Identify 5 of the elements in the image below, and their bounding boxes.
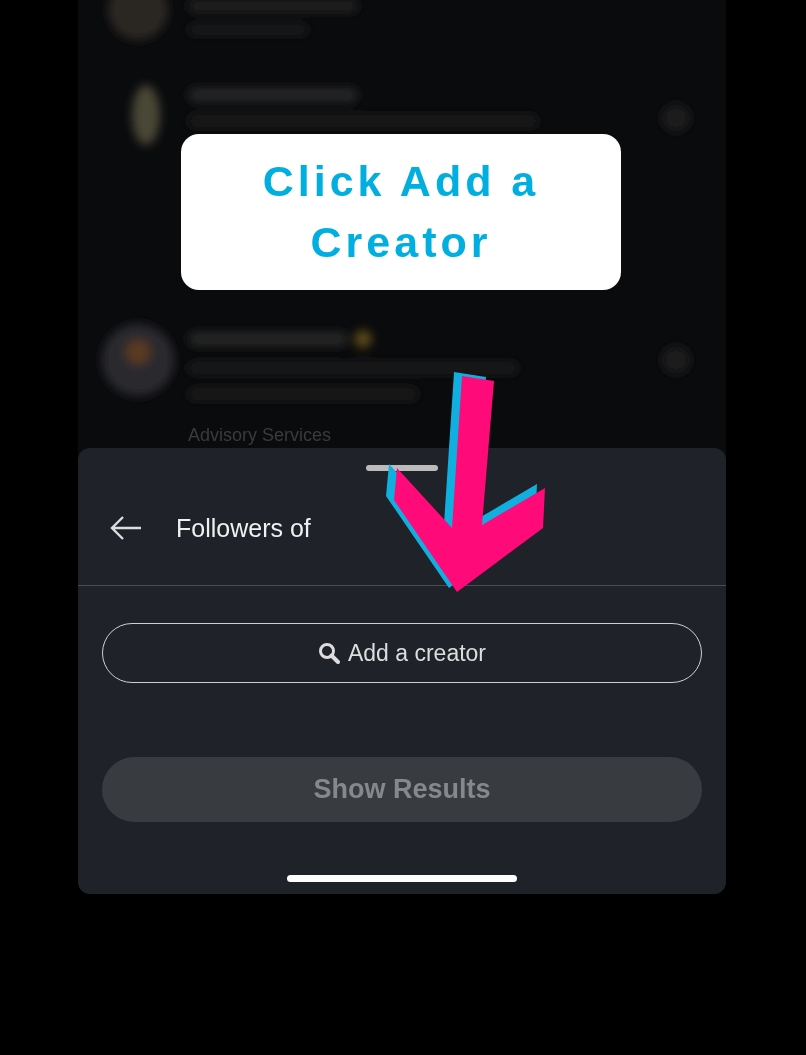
back-arrow-icon[interactable] (109, 515, 143, 541)
sheet-title: Followers of (176, 513, 311, 543)
callout-banner: Click Add a Creator (181, 134, 621, 290)
search-icon (317, 642, 340, 664)
drag-handle[interactable] (366, 465, 438, 471)
